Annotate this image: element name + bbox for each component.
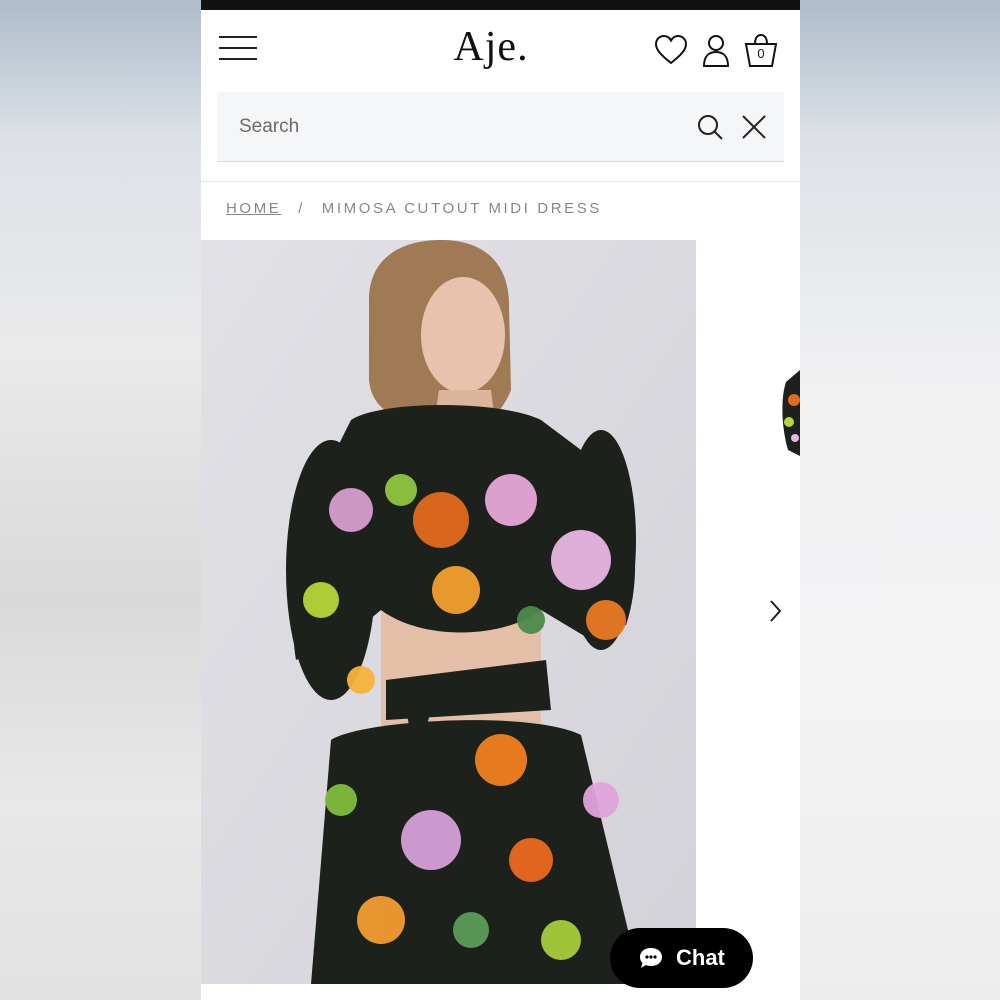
chat-label: Chat [676, 945, 725, 970]
menu-icon[interactable] [219, 32, 259, 64]
search-input[interactable] [239, 110, 659, 144]
site-header: Aje. 0 [201, 10, 800, 88]
breadcrumb: HOME / MIMOSA CUTOUT MIDI DRESS [226, 200, 602, 222]
status-bar [201, 0, 800, 10]
brand-logo[interactable]: Aje. [431, 22, 551, 72]
blurred-background-left [0, 0, 201, 1000]
next-image-peek[interactable] [780, 370, 800, 456]
breadcrumb-current: MIMOSA CUTOUT MIDI DRESS [321, 200, 602, 217]
search-icon[interactable] [695, 112, 725, 142]
heart-icon[interactable] [653, 32, 689, 68]
header-divider [201, 181, 800, 182]
chevron-right-icon[interactable] [764, 598, 786, 624]
bag-icon[interactable]: 0 [743, 32, 779, 68]
blurred-background-right [799, 0, 1000, 1000]
breadcrumb-home-link[interactable]: HOME [226, 200, 281, 217]
breadcrumb-separator: / [298, 200, 305, 217]
chat-bubble-icon [640, 948, 662, 968]
bag-count-badge: 0 [757, 46, 765, 61]
product-photo-illustration [201, 240, 696, 984]
search-bar [217, 92, 784, 162]
product-image[interactable] [201, 240, 696, 984]
mobile-page: Aje. 0 HOME / MIMOSA CUTOUT MIDI DRESS [201, 0, 800, 1000]
close-icon[interactable] [739, 112, 769, 142]
chat-button[interactable]: Chat [610, 928, 753, 988]
user-icon[interactable] [698, 32, 734, 68]
